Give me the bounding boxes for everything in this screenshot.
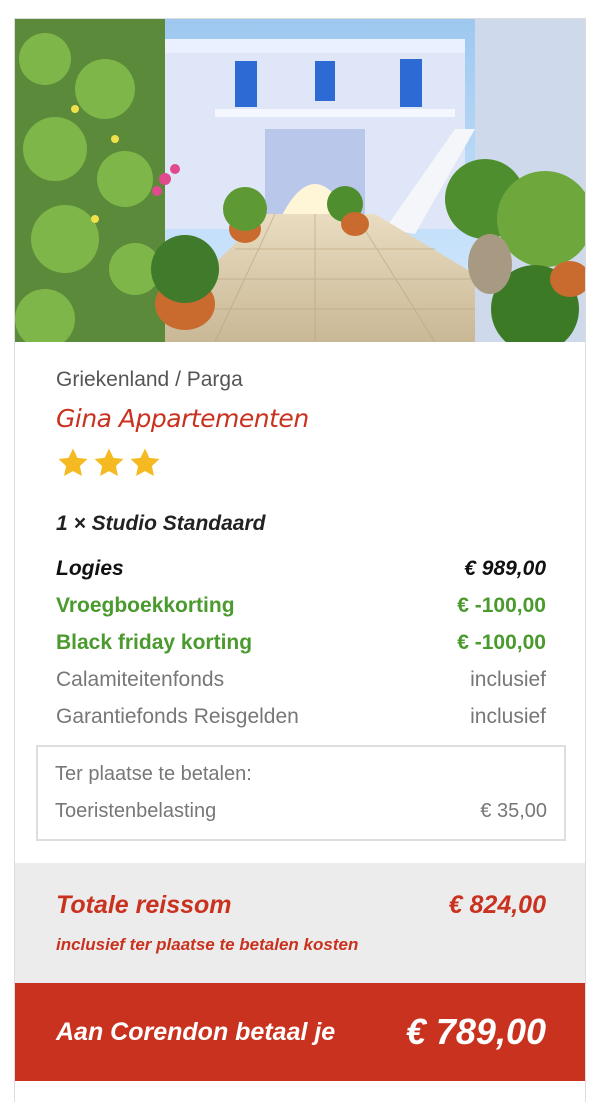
room-type: 1 × Studio Standaard: [56, 512, 266, 535]
total-label: Totale reissom: [56, 891, 232, 919]
price-line-label: Vroegboekkorting: [56, 593, 235, 617]
onsite-label: Toeristenbelasting: [55, 800, 217, 822]
pay-amount: € 789,00: [405, 1011, 546, 1052]
total-note: inclusief ter plaatse te betalen kosten: [56, 935, 359, 954]
onsite-line: Toeristenbelasting € 35,00: [55, 800, 547, 823]
price-line-label: Black friday korting: [56, 630, 253, 654]
destination-breadcrumb: Griekenland / Parga: [56, 368, 243, 391]
total-section: Totale reissom € 824,00 inclusief ter pl…: [15, 863, 585, 983]
booking-summary-card: Griekenland / Parga Gina Appartementen 1…: [14, 18, 586, 1102]
onsite-value: € 35,00: [480, 800, 547, 822]
price-line-label: Calamiteitenfonds: [56, 667, 225, 691]
price-line-value: inclusief: [470, 704, 546, 728]
price-line-early-booking-discount: Vroegboekkorting € -100,00: [56, 587, 546, 624]
pay-label: Aan Corendon betaal je: [56, 1017, 336, 1046]
star-icon: [94, 448, 124, 477]
price-line-calamity-fund: Calamiteitenfonds inclusief: [56, 661, 546, 698]
price-line-label: Garantiefonds Reisgelden: [56, 704, 299, 728]
hotel-photo: [15, 19, 585, 342]
price-line-guarantee-fund: Garantiefonds Reisgelden inclusief: [56, 698, 546, 735]
onsite-title: Ter plaatse te betalen:: [55, 763, 252, 785]
price-breakdown: Logies € 989,00 Vroegboekkorting € -100,…: [56, 550, 546, 735]
hotel-name: Gina Appartementen: [56, 404, 309, 433]
pay-line: Aan Corendon betaal je € 789,00: [56, 983, 546, 1081]
price-line-black-friday-discount: Black friday korting € -100,00: [56, 624, 546, 661]
star-icon: [58, 448, 88, 477]
price-line-value: € -100,00: [457, 593, 546, 617]
total-line: Totale reissom € 824,00: [56, 891, 546, 920]
pay-to-corendon-section: Aan Corendon betaal je € 789,00: [15, 983, 585, 1081]
star-rating: [56, 446, 162, 480]
price-line-logies: Logies € 989,00: [56, 550, 546, 587]
onsite-payment-box: Ter plaatse te betalen: Toeristenbelasti…: [36, 745, 566, 841]
price-line-value: € -100,00: [457, 630, 546, 654]
total-value: € 824,00: [448, 891, 546, 919]
price-line-label: Logies: [56, 556, 124, 580]
price-line-value: inclusief: [470, 667, 546, 691]
star-icon: [130, 448, 160, 477]
price-line-value: € 989,00: [464, 556, 546, 580]
